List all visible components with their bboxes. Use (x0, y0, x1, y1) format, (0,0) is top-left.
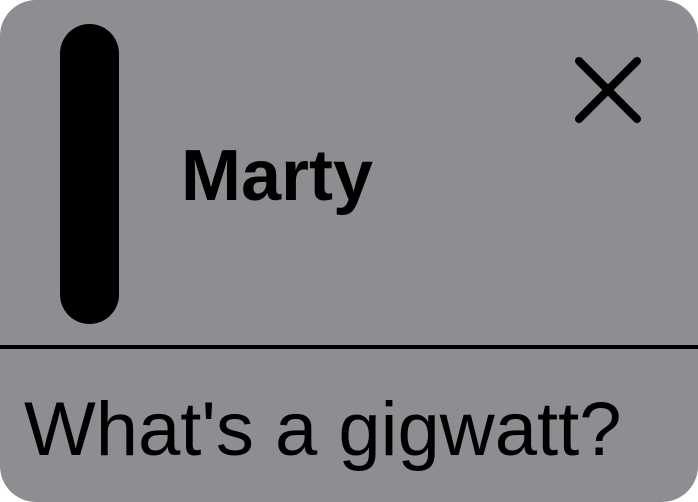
divider (0, 345, 698, 349)
sender-avatar-bar (60, 24, 119, 324)
close-icon (575, 57, 641, 123)
message-text: What's a gigwatt? (24, 387, 622, 472)
sender-name: Marty (181, 136, 374, 216)
close-button[interactable] (560, 42, 656, 138)
message-notification[interactable]: Marty What's a gigwatt? (0, 0, 698, 502)
